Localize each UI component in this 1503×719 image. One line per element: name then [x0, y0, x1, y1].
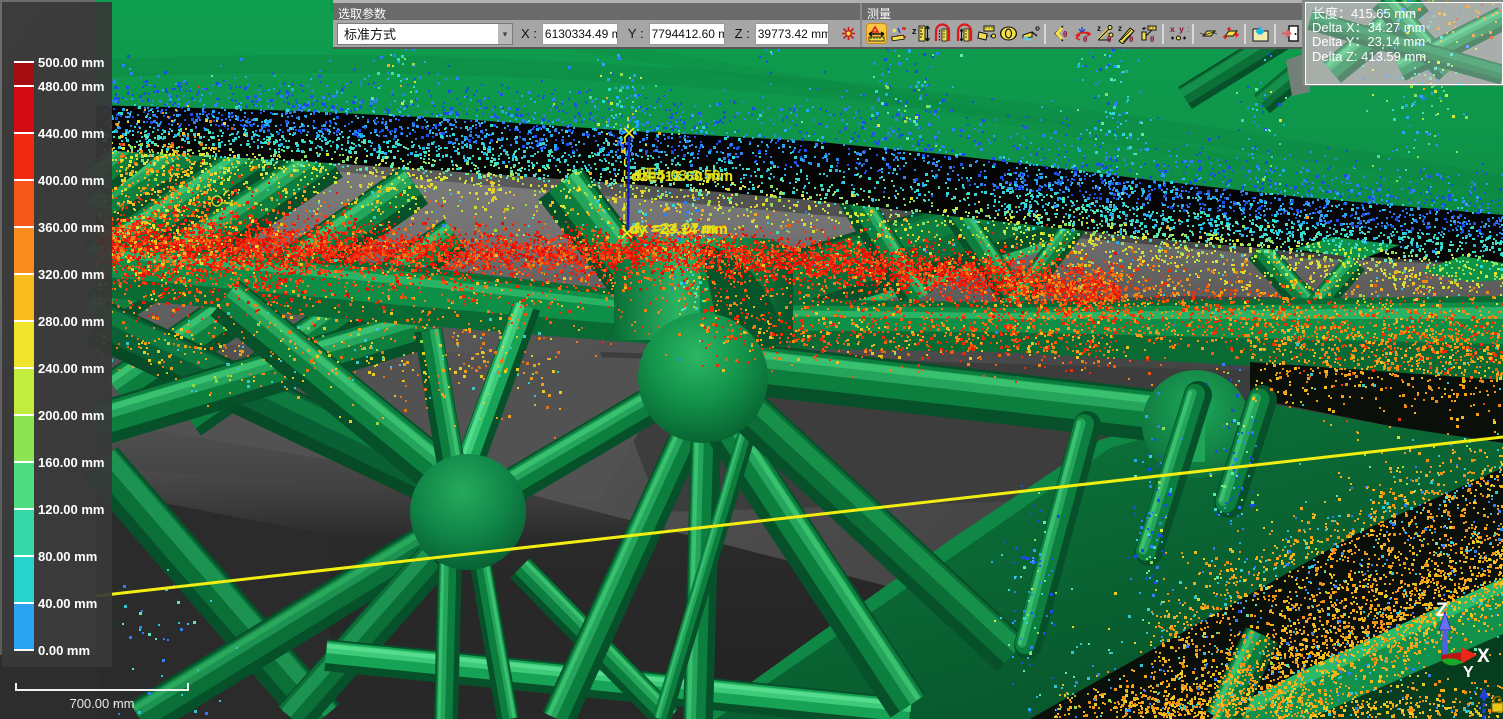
svg-text:θ: θ	[1063, 30, 1067, 39]
svg-text:z: z	[912, 26, 917, 36]
svg-text:X: X	[1477, 646, 1490, 667]
svg-text:θ: θ	[1150, 35, 1154, 44]
svg-text:Y: Y	[1463, 664, 1474, 681]
svg-text:θ: θ	[1107, 35, 1111, 44]
svg-text:x y z: x y z	[1170, 24, 1189, 34]
svg-text:700.00 mm: 700.00 mm	[69, 696, 134, 711]
svg-text:z: z	[1097, 24, 1101, 33]
svg-text:dx =34.27 m: dx =34.27 m	[631, 220, 716, 237]
svg-text:θ: θ	[1129, 35, 1133, 44]
svg-text:d距5-03 3.50: d距5-03 3.50	[633, 167, 721, 184]
svg-text:z: z	[1118, 24, 1122, 33]
svg-text:θ: θ	[1083, 35, 1087, 44]
